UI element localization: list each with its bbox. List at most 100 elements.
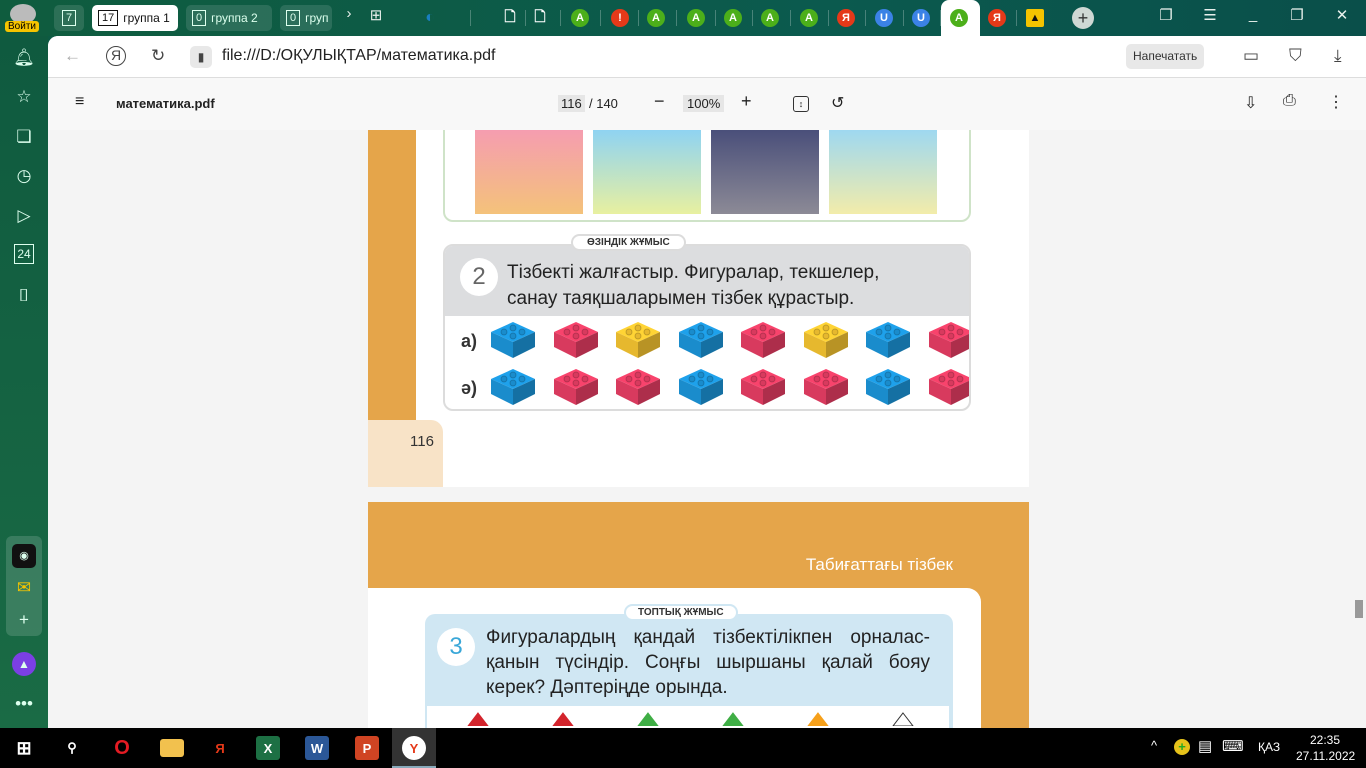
page-number-input[interactable]: 116 bbox=[558, 95, 585, 112]
favicon-yandex-icon[interactable]: Я bbox=[837, 9, 855, 27]
download-icon[interactable]: ⇩ bbox=[1244, 93, 1257, 113]
group-count: 0 bbox=[286, 10, 301, 26]
new-tab-button[interactable]: + bbox=[1072, 7, 1094, 29]
bookmarks-icon[interactable]: ❐ bbox=[1154, 6, 1178, 24]
file-explorer-icon[interactable] bbox=[160, 739, 184, 757]
favicon-a-icon[interactable]: A bbox=[647, 9, 665, 27]
content-card: 3 Фигуралардың қандай тізбектілікпен орн… bbox=[368, 588, 981, 728]
favicon-a-icon[interactable]: A bbox=[687, 9, 705, 27]
back-icon[interactable]: ← bbox=[64, 46, 81, 66]
powerpoint-icon[interactable]: P bbox=[355, 736, 379, 760]
pdf-page-116: 2 Тізбекті жалғастыр. Фигуралар, текшеле… bbox=[368, 130, 1029, 487]
zoom-in-button[interactable]: + bbox=[741, 91, 752, 112]
home-tab[interactable]: 7 bbox=[54, 5, 84, 31]
restore-button[interactable]: ❐ bbox=[1285, 6, 1309, 24]
tab-group-3[interactable]: 0 груп bbox=[280, 5, 332, 31]
login-button[interactable]: Войти bbox=[5, 21, 39, 32]
screenshot-icon[interactable]: ⌷ bbox=[12, 284, 36, 308]
tab-separator bbox=[676, 10, 677, 26]
more-icon[interactable]: ••• bbox=[12, 692, 36, 716]
tab-separator bbox=[902, 10, 904, 26]
close-button[interactable]: ✕ bbox=[1330, 6, 1354, 24]
menu-icon[interactable]: ☰ bbox=[1198, 6, 1222, 24]
windows-start-icon[interactable]: ⊞ bbox=[12, 736, 36, 760]
clock-time[interactable]: 22:35 bbox=[1310, 733, 1340, 747]
chevron-right-icon[interactable]: › bbox=[337, 5, 361, 22]
group-label: группа 2 bbox=[211, 11, 258, 25]
file-icon: ▮ bbox=[190, 46, 212, 68]
favicon-globe-icon[interactable]: ◐ bbox=[421, 9, 439, 27]
search-icon[interactable]: ⚲ bbox=[60, 736, 84, 760]
more-options-icon[interactable]: ⋮ bbox=[1328, 92, 1344, 112]
lego-brick bbox=[491, 369, 535, 405]
reload-icon[interactable]: ↻ bbox=[151, 46, 165, 66]
favicon-u-icon[interactable]: U bbox=[912, 9, 930, 27]
rotate-icon[interactable]: ↺ bbox=[831, 93, 844, 113]
notification-icon[interactable]: ▤ bbox=[1198, 737, 1212, 755]
group-label: груп bbox=[305, 11, 329, 25]
mail-icon[interactable]: ✉ bbox=[12, 576, 36, 600]
tab-group-2[interactable]: 0 группа 2 bbox=[186, 5, 272, 31]
task-line: Тізбекті жалғастыр. Фигуралар, текшелер, bbox=[507, 262, 880, 283]
tray-app-icon[interactable]: + bbox=[1174, 739, 1190, 755]
tab-separator bbox=[940, 10, 941, 26]
bell-icon[interactable]: 🔔︎ bbox=[12, 46, 36, 70]
favicon-u-icon[interactable]: U bbox=[875, 9, 893, 27]
yandex-icon[interactable]: Я bbox=[106, 46, 126, 66]
favicon-alert-icon[interactable]: ! bbox=[611, 9, 629, 27]
protect-icon[interactable]: ⛉ bbox=[1289, 46, 1302, 66]
print-button[interactable]: Напечатать bbox=[1126, 44, 1205, 69]
star-icon[interactable]: ☆ bbox=[12, 85, 36, 109]
downloads-icon[interactable]: ⤓ bbox=[1334, 46, 1342, 66]
favicon-a-icon[interactable]: A bbox=[761, 9, 779, 27]
favicon-a-icon[interactable]: A bbox=[571, 9, 589, 27]
group-count: 17 bbox=[98, 10, 119, 26]
task-number: 2 bbox=[460, 258, 498, 296]
scrollbar[interactable] bbox=[1352, 130, 1366, 728]
scrollbar-thumb[interactable] bbox=[1355, 600, 1363, 618]
favicon-a-icon[interactable]: A bbox=[724, 9, 742, 27]
zoom-out-button[interactable]: − bbox=[654, 91, 665, 112]
clock-date[interactable]: 27.11.2022 bbox=[1296, 749, 1355, 763]
favicon-yandex-icon[interactable]: Я bbox=[988, 9, 1006, 27]
language-indicator[interactable]: ҚАЗ bbox=[1258, 740, 1280, 754]
alice-icon[interactable]: ▲ bbox=[12, 652, 36, 676]
pdf-viewer[interactable]: 2 Тізбекті жалғастыр. Фигуралар, текшеле… bbox=[48, 130, 1366, 728]
history-icon[interactable]: ◷ bbox=[12, 164, 36, 188]
lego-brick bbox=[803, 322, 848, 358]
tab-separator bbox=[827, 10, 829, 26]
minimize-button[interactable]: _ bbox=[1241, 6, 1265, 23]
page-number-box: 116 bbox=[368, 420, 443, 487]
tab-separator bbox=[789, 10, 791, 26]
favicon-a-icon[interactable]: A bbox=[950, 9, 968, 27]
lego-brick bbox=[866, 322, 910, 358]
zoom-level[interactable]: 100% bbox=[683, 95, 725, 112]
collections-icon[interactable]: ❏ bbox=[12, 125, 36, 149]
active-app[interactable]: Y bbox=[392, 728, 436, 768]
favicon-image-icon[interactable]: ▲ bbox=[1026, 9, 1044, 27]
alice-station-icon[interactable]: ◉ bbox=[12, 544, 36, 568]
lego-brick bbox=[616, 322, 660, 358]
excel-icon[interactable]: X bbox=[256, 736, 280, 760]
play-icon[interactable]: ▷ bbox=[12, 204, 36, 228]
pdf-page-117: Табиғаттағы тізбек 3 Фигуралардың қандай… bbox=[368, 502, 1029, 728]
tab-group-1[interactable]: 17 группа 1 bbox=[92, 5, 178, 31]
add-app-icon[interactable]: + bbox=[12, 608, 36, 632]
url-field[interactable]: file:///D:/ОҚУЛЫҚТАР/математика.pdf bbox=[222, 47, 495, 65]
favicon-document-icon[interactable]: 🗋 bbox=[501, 8, 519, 27]
battery-icon[interactable]: ▭ bbox=[1243, 46, 1259, 66]
menu-icon[interactable]: ≡ bbox=[75, 93, 84, 111]
tray-chevron-icon[interactable]: ^ bbox=[1151, 738, 1157, 753]
new-group-icon[interactable]: ⊞ bbox=[364, 6, 388, 24]
news-24-icon[interactable]: 24 bbox=[14, 244, 34, 264]
task-badge: ТОПТЫҚ ЖҰМЫС bbox=[624, 604, 738, 621]
word-icon[interactable]: W bbox=[305, 736, 329, 760]
keyboard-icon[interactable]: ⌨ bbox=[1222, 737, 1244, 755]
favicon-document-icon[interactable]: 🗋 bbox=[531, 8, 549, 27]
tree-row bbox=[427, 706, 949, 728]
opera-icon[interactable]: O bbox=[110, 736, 134, 760]
print-icon[interactable]: ⎙ bbox=[1283, 92, 1296, 110]
fit-page-icon[interactable]: ↕ bbox=[793, 96, 809, 112]
favicon-a-icon[interactable]: A bbox=[800, 9, 818, 27]
yandex-browser-icon[interactable]: Я bbox=[208, 736, 232, 760]
